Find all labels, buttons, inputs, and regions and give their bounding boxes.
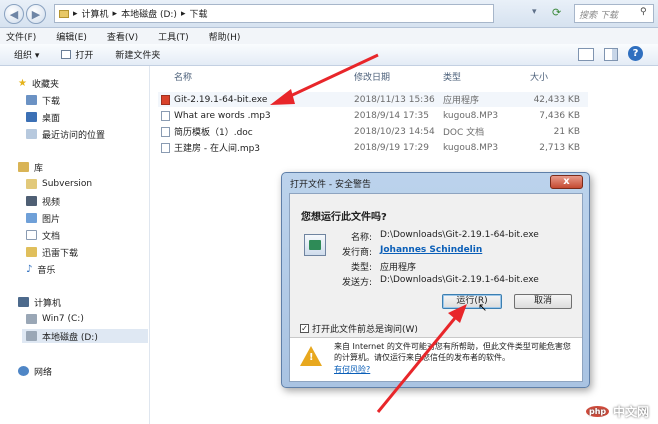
explorer-window: ◀ ▶ ▸ 计算机 ▸ 本地磁盘 (D:) ▸ 下载 ▾ ⟳ 搜索 下载 ⚲ 文… [0,0,658,424]
arrow-to-run-button [376,304,467,413]
watermark-text: 中文网 [613,405,650,419]
arrow-to-git-file [270,53,379,105]
php-logo: php [586,406,610,417]
watermark: php 中文网 [586,403,649,420]
annotation-arrows [270,53,467,413]
